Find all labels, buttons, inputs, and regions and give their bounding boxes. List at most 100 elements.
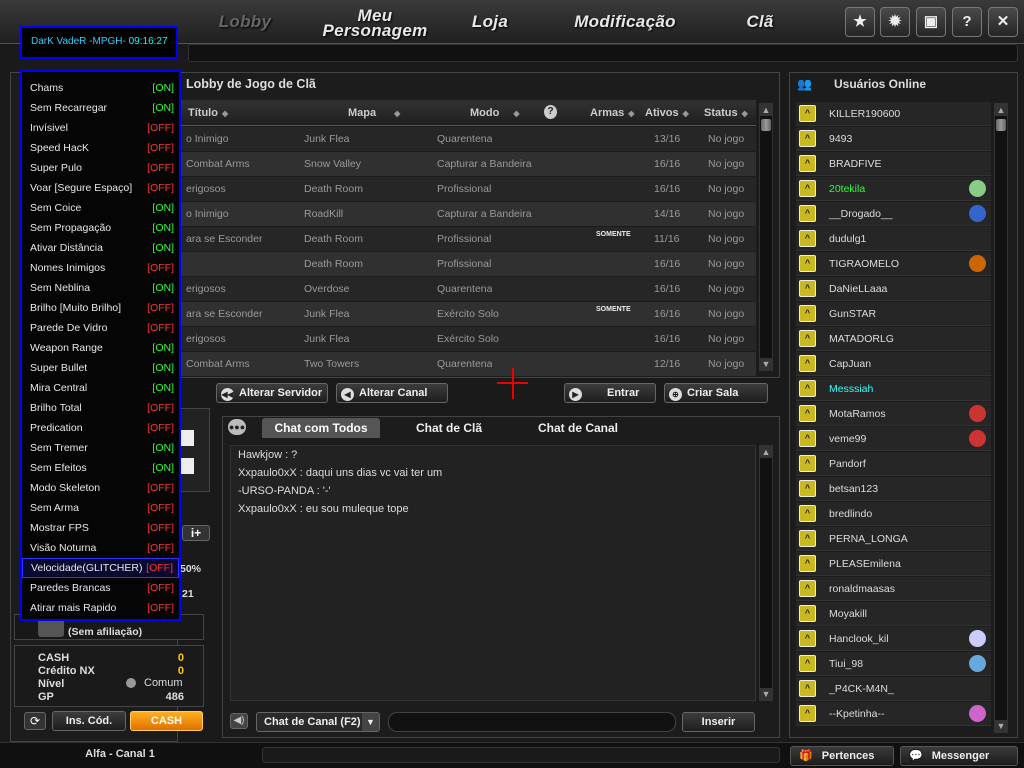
col-ativos[interactable]: Ativos ◆ — [645, 107, 689, 119]
lobby-row[interactable]: erigosos Death Room Profissional 16/16 No jo… — [178, 177, 756, 201]
col-titulo[interactable]: Título ◆ — [188, 107, 228, 119]
chat-channel-select[interactable]: Chat de Canal (F2) ▼ — [256, 712, 380, 732]
online-user-row[interactable]: ^ Hanclook_kil — [796, 627, 991, 651]
tab-lobby[interactable]: Lobby — [190, 0, 300, 44]
close-icon[interactable]: ✕ — [988, 7, 1018, 37]
online-user-row[interactable]: ^ veme99 — [796, 427, 991, 451]
help-icon[interactable]: ? — [952, 7, 982, 37]
online-user-row[interactable]: ^ --Kpetinha-- — [796, 702, 991, 726]
tab-chat-todos[interactable]: Chat com Todos — [262, 418, 380, 438]
col-status[interactable]: Status ◆ — [704, 107, 748, 119]
star-icon[interactable]: ★ — [845, 7, 875, 37]
scroll-thumb[interactable] — [761, 119, 771, 131]
refresh-icon[interactable]: ⟳ — [24, 712, 46, 730]
cheat-item[interactable]: Invísivel [OFF] — [22, 118, 179, 138]
scroll-up-icon[interactable]: ▲ — [760, 446, 772, 458]
scroll-down-icon[interactable]: ▼ — [995, 720, 1007, 732]
cheat-item[interactable]: Brilho Total [OFF] — [22, 398, 179, 418]
alterar-canal-button[interactable]: ◀ Alterar Canal — [336, 383, 448, 403]
online-user-row[interactable]: ^ dudulg1 — [796, 227, 991, 251]
cheat-item[interactable]: Atirar mais Rapido [OFF] — [22, 598, 179, 618]
add-icon[interactable]: i+ — [182, 525, 210, 541]
online-user-row[interactable]: ^ MotaRamos — [796, 402, 991, 426]
cash-button[interactable]: CASH — [130, 711, 203, 731]
lock-icon[interactable]: ▣ — [916, 7, 946, 37]
online-user-row[interactable]: ^ DaNieLLaaa — [796, 277, 991, 301]
tab-chat-canal[interactable]: Chat de Canal — [516, 418, 640, 438]
lobby-row[interactable]: Combat Arms Two Towers Quarentena 12/16 No j… — [178, 352, 756, 376]
help-icon[interactable]: ? — [544, 105, 557, 119]
tab-loja[interactable]: Loja — [445, 0, 535, 44]
gear-icon[interactable]: ✹ — [880, 7, 910, 37]
inserir-button[interactable]: Inserir — [682, 712, 755, 732]
cheat-item[interactable]: Nomes Inimigos [OFF] — [22, 258, 179, 278]
lobby-scrollbar[interactable]: ▲ ▼ — [759, 103, 773, 371]
messenger-button[interactable]: 💬 Messenger — [900, 746, 1018, 766]
cheat-item[interactable]: Paredes Brancas [OFF] — [22, 578, 179, 598]
cheat-item[interactable]: Parede De Vidro [OFF] — [22, 318, 179, 338]
alterar-servidor-button[interactable]: ◀◀ Alterar Servidor — [216, 383, 328, 403]
scroll-up-icon[interactable]: ▲ — [995, 104, 1007, 116]
cheat-item[interactable]: Mira Central [ON] — [22, 378, 179, 398]
ins-cod-button[interactable]: Ins. Cód. — [52, 711, 126, 731]
online-user-row[interactable]: ^ __Drogado__ — [796, 202, 991, 226]
cheat-item[interactable]: Sem Propagação [ON] — [22, 218, 179, 238]
online-user-row[interactable]: ^ CapJuan — [796, 352, 991, 376]
online-user-row[interactable]: ^ TIGRAOMELO — [796, 252, 991, 276]
cheat-item[interactable]: Speed HacK [OFF] — [22, 138, 179, 158]
cheat-item[interactable]: Sem Efeitos [ON] — [22, 458, 179, 478]
online-user-row[interactable]: ^ PLEASEmilena — [796, 552, 991, 576]
cheat-item[interactable]: Sem Neblina [ON] — [22, 278, 179, 298]
cheat-item[interactable]: Visão Noturna [OFF] — [22, 538, 179, 558]
online-user-row[interactable]: ^ ronaldmaasas — [796, 577, 991, 601]
lobby-row[interactable]: Combat Arms Snow Valley Capturar a Bandeir… — [178, 152, 756, 176]
cheat-item[interactable]: Mostrar FPS [OFF] — [22, 518, 179, 538]
tab-meu-personagem[interactable]: Meu Personagem — [305, 0, 445, 44]
online-user-row[interactable]: ^ bredlindo — [796, 502, 991, 526]
online-user-row[interactable]: ^ MATADORLG — [796, 327, 991, 351]
cheat-item[interactable]: Voar [Segure Espaço] [OFF] — [22, 178, 179, 198]
tab-chat-cla[interactable]: Chat de Clã — [390, 418, 508, 438]
online-scrollbar[interactable]: ▲ ▼ — [994, 103, 1008, 733]
entrar-button[interactable]: ▶ Entrar — [564, 383, 656, 403]
col-armas[interactable]: Armas ◆ — [590, 107, 634, 119]
pertences-button[interactable]: 🎁 Pertences — [790, 746, 894, 766]
online-user-row[interactable]: ^ GunSTAR — [796, 302, 991, 326]
online-user-row[interactable]: ^ BRADFIVE — [796, 152, 991, 176]
chat-scrollbar[interactable]: ▲ ▼ — [759, 445, 773, 701]
online-user-row[interactable]: ^ Pandorf — [796, 452, 991, 476]
lobby-row[interactable]: erigosos Overdose Quarentena 16/16 No jogo — [178, 277, 756, 301]
online-user-row[interactable]: ^ 20tekila — [796, 177, 991, 201]
lobby-row[interactable]: o Inimigo Junk Flea Quarentena 13/16 No jogo — [178, 127, 756, 151]
col-modo[interactable]: Modo ◆ — [470, 107, 519, 119]
cheat-item[interactable]: Sem Recarregar [ON] — [22, 98, 179, 118]
scroll-thumb[interactable] — [996, 119, 1006, 131]
cheat-item[interactable]: Sem Tremer [ON] — [22, 438, 179, 458]
online-user-row[interactable]: ^ _P4CK-M4N_ — [796, 677, 991, 701]
lobby-row[interactable]: erigosos Junk Flea Exército Solo 16/16 No jo… — [178, 327, 756, 351]
lobby-row[interactable]: Death Room Profissional 16/16 No jogo — [178, 252, 756, 276]
criar-sala-button[interactable]: ⊕ Criar Sala — [664, 383, 768, 403]
chat-input[interactable] — [388, 712, 676, 732]
online-user-row[interactable]: ^ PERNA_LONGA — [796, 527, 991, 551]
lobby-row[interactable]: ara se Esconder Death Room Profissional 11/… — [178, 227, 756, 251]
tab-modificacao[interactable]: Modificação — [560, 0, 690, 44]
tab-cla[interactable]: Clã — [720, 0, 800, 44]
lobby-row[interactable]: o Inimigo RoadKill Capturar a Bandeira 14/1… — [178, 202, 756, 226]
lobby-row[interactable]: ara se Esconder Junk Flea Exército Solo 16/… — [178, 302, 756, 326]
online-user-row[interactable]: ^ betsan123 — [796, 477, 991, 501]
cheat-item[interactable]: Super Pulo [OFF] — [22, 158, 179, 178]
cheat-item[interactable]: Sem Arma [OFF] — [22, 498, 179, 518]
cheat-item[interactable]: Ativar Distância [ON] — [22, 238, 179, 258]
cheat-item[interactable]: Modo Skeleton [OFF] — [22, 478, 179, 498]
online-user-row[interactable]: ^ Messsiah — [796, 377, 991, 401]
cheat-item[interactable]: Sem Coice [ON] — [22, 198, 179, 218]
scroll-down-icon[interactable]: ▼ — [760, 688, 772, 700]
cheat-item[interactable]: Predication [OFF] — [22, 418, 179, 438]
online-user-row[interactable]: ^ KILLER190600 — [796, 102, 991, 126]
cheat-item[interactable]: Brilho [Muito Brilho] [OFF] — [22, 298, 179, 318]
online-user-row[interactable]: ^ Tiui_98 — [796, 652, 991, 676]
speaker-icon[interactable]: ◀) — [230, 713, 248, 729]
scroll-down-icon[interactable]: ▼ — [760, 358, 772, 370]
cheat-item[interactable]: Chams [ON] — [22, 78, 179, 98]
